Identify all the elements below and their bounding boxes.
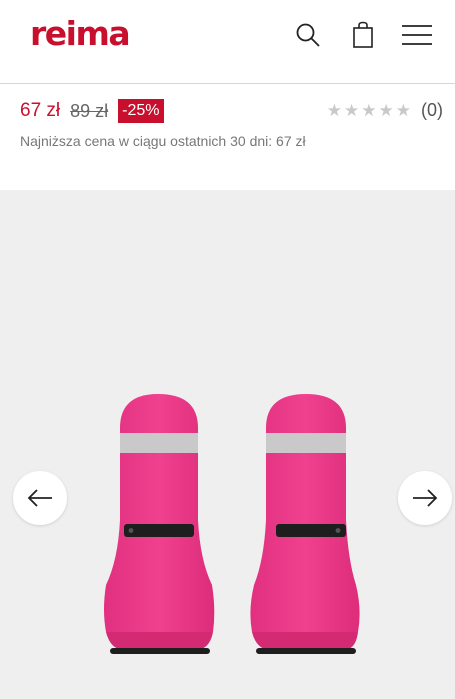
product-rating[interactable]: ★ ★ ★ ★ ★ (0) xyxy=(325,100,443,121)
star-icon: ★ xyxy=(326,100,342,121)
menu-icon[interactable] xyxy=(400,20,434,50)
star-icon: ★ xyxy=(361,100,377,121)
brand-logo[interactable]: reima xyxy=(30,14,131,54)
site-header: reima xyxy=(0,0,455,84)
product-gallery[interactable] xyxy=(0,190,455,699)
previous-image-button[interactable] xyxy=(13,471,67,525)
arrow-right-icon xyxy=(413,489,438,507)
lowest-price-note: Najniższa cena w ciągu ostatnich 30 dni:… xyxy=(20,133,306,149)
product-image xyxy=(104,394,360,654)
rating-count: (0) xyxy=(421,100,443,120)
old-price: 89 zł xyxy=(70,100,109,121)
current-price: 67 zł xyxy=(20,100,61,121)
arrow-left-icon xyxy=(27,489,52,507)
right-mitten xyxy=(250,394,360,654)
price-row: 67 zł 89 zł -25% xyxy=(20,98,164,124)
discount-badge: -25% xyxy=(118,99,164,123)
next-image-button[interactable] xyxy=(398,471,452,525)
star-icon: ★ xyxy=(378,100,394,121)
star-icon: ★ xyxy=(395,100,411,121)
star-icon: ★ xyxy=(344,100,360,121)
left-mitten xyxy=(104,394,215,654)
search-icon[interactable] xyxy=(293,20,323,50)
shopping-bag-icon[interactable] xyxy=(348,20,378,50)
